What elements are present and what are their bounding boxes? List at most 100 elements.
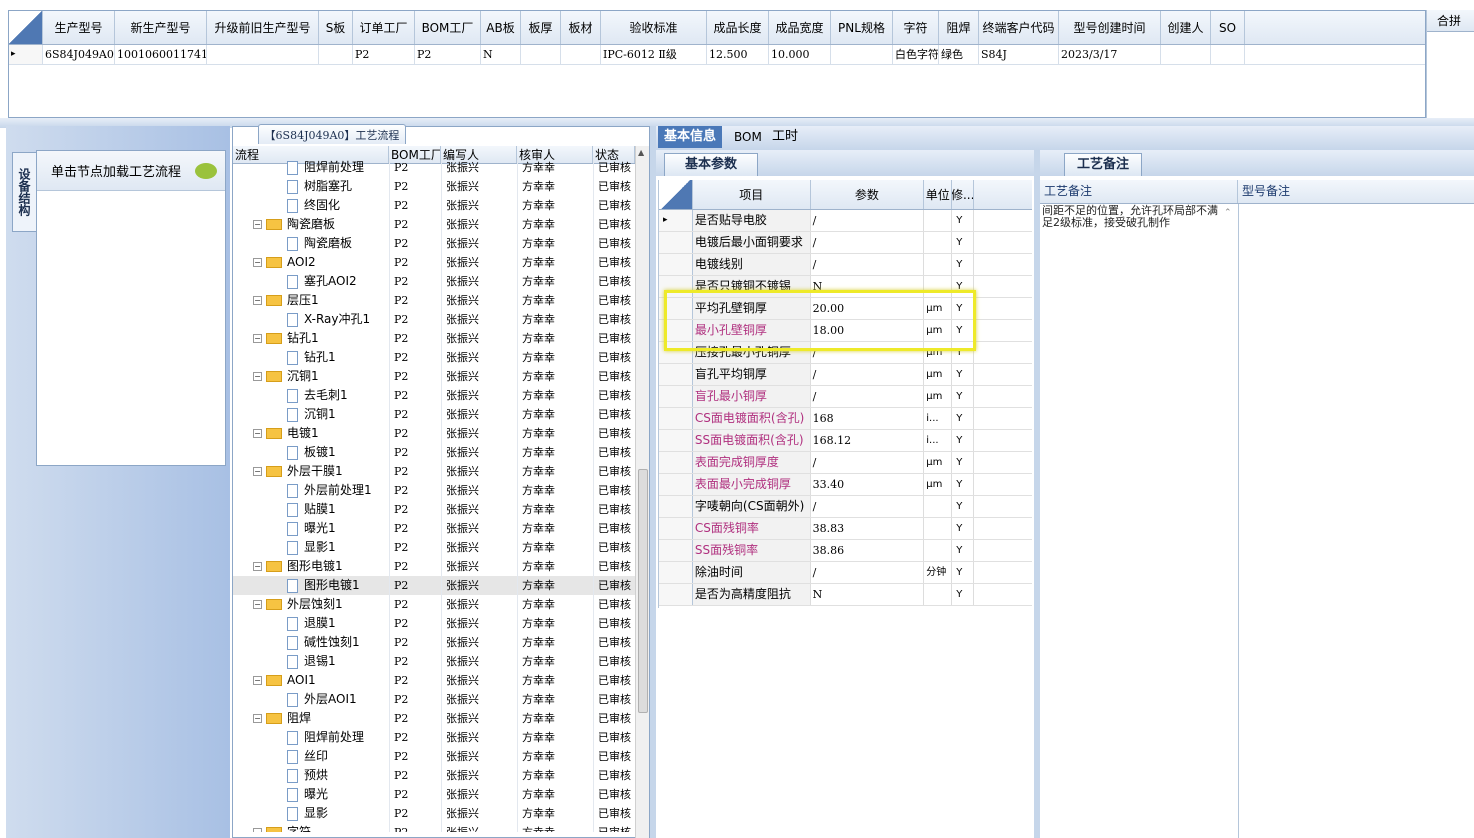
param-row[interactable]: SS面残铜率 38.86 Y xyxy=(659,540,1032,562)
table-cell[interactable] xyxy=(561,45,601,64)
table-cell[interactable]: P2 xyxy=(353,45,415,64)
column-header[interactable]: 订单工厂 xyxy=(353,11,415,44)
param-row[interactable]: 字唛朝向(CS面朝外) / Y xyxy=(659,496,1032,518)
param-row[interactable]: SS面电镀面积(含孔) 168.12 i... Y xyxy=(659,430,1032,452)
param-value[interactable]: / xyxy=(811,254,925,275)
column-header[interactable]: 成品宽度 xyxy=(769,11,831,44)
param-value[interactable]: / xyxy=(811,496,925,517)
table-cell[interactable]: 白色字符 xyxy=(893,45,939,64)
column-header[interactable]: AB板 xyxy=(481,11,521,44)
collapse-icon[interactable]: − xyxy=(253,562,262,571)
param-row[interactable]: 除油时间 / 分钟 Y xyxy=(659,562,1032,584)
param-value[interactable]: / xyxy=(811,562,925,583)
side-tab-equipment[interactable]: 设备结构 xyxy=(12,152,36,232)
param-row[interactable]: 电镀线别 / Y xyxy=(659,254,1032,276)
tree-node[interactable]: 预烘 P2 张振兴 方幸幸 已审核 xyxy=(233,766,635,785)
table-cell[interactable]: 10010600117411 xyxy=(115,45,207,64)
tree-node[interactable]: 显影1 P2 张振兴 方幸幸 已审核 xyxy=(233,538,635,557)
tree-node[interactable]: − 沉铜1 P2 张振兴 方幸幸 已审核 xyxy=(233,367,635,386)
tab-work-hours[interactable]: 工时 xyxy=(766,126,804,148)
tree-node[interactable]: 塞孔AOI2 P2 张振兴 方幸幸 已审核 xyxy=(233,272,635,291)
collapse-icon[interactable]: − xyxy=(253,429,262,438)
col-model-note[interactable]: 型号备注 xyxy=(1238,180,1474,203)
note-scroll-up-icon[interactable]: ⌃ xyxy=(1224,208,1232,218)
tree-node[interactable]: 陶瓷磨板 P2 张振兴 方幸幸 已审核 xyxy=(233,234,635,253)
tree-node[interactable]: 沉铜1 P2 张振兴 方幸幸 已审核 xyxy=(233,405,635,424)
param-row[interactable]: 是否为高精度阻抗 N Y xyxy=(659,584,1032,606)
param-row[interactable]: 盲孔平均铜厚 / μm Y xyxy=(659,364,1032,386)
param-value[interactable]: 168.12 xyxy=(811,430,925,451)
tree-node[interactable]: 退锡1 P2 张振兴 方幸幸 已审核 xyxy=(233,652,635,671)
table-cell[interactable] xyxy=(1161,45,1211,64)
collapse-icon[interactable]: − xyxy=(253,467,262,476)
load-process-header[interactable]: 单击节点加载工艺流程 xyxy=(37,151,225,191)
table-cell[interactable] xyxy=(831,45,893,64)
column-header[interactable]: 阻焊 xyxy=(939,11,979,44)
param-row[interactable]: 盲孔最小铜厚 / μm Y xyxy=(659,386,1032,408)
column-header[interactable]: 字符 xyxy=(893,11,939,44)
tree-node[interactable]: − 电镀1 P2 张振兴 方幸幸 已审核 xyxy=(233,424,635,443)
column-header[interactable]: 终端客户代码 xyxy=(979,11,1059,44)
column-header[interactable]: 板厚 xyxy=(521,11,561,44)
table-cell[interactable]: N xyxy=(481,45,521,64)
table-cell[interactable]: P2 xyxy=(415,45,481,64)
table-cell[interactable]: 6S84J049A0 xyxy=(43,45,115,64)
tree-node[interactable]: 外层AOI1 P2 张振兴 方幸幸 已审核 xyxy=(233,690,635,709)
table-cell[interactable]: 2023/3/17 xyxy=(1059,45,1161,64)
param-value[interactable]: 33.40 xyxy=(811,474,925,495)
param-row[interactable]: 电镀后最小面铜要求 / Y xyxy=(659,232,1032,254)
scroll-up-icon[interactable]: ▲ xyxy=(638,148,644,157)
tree-node[interactable]: − 字符 P2张振兴方幸幸已审核 xyxy=(233,823,635,832)
column-header[interactable]: BOM工厂 xyxy=(415,11,481,44)
table-cell[interactable]: 绿色 xyxy=(939,45,979,64)
collapse-icon[interactable]: − xyxy=(253,714,262,723)
table-cell[interactable]: IPC-6012 Ⅱ级 xyxy=(601,45,707,64)
param-row[interactable]: 表面完成铜厚度 / μm Y xyxy=(659,452,1032,474)
tree-node[interactable]: 终固化 P2 张振兴 方幸幸 已审核 xyxy=(233,196,635,215)
param-row[interactable]: CS面残铜率 38.83 Y xyxy=(659,518,1032,540)
table-cell[interactable] xyxy=(1211,45,1245,64)
column-header[interactable]: 成品长度 xyxy=(707,11,769,44)
table-cell[interactable]: 12.500 xyxy=(707,45,769,64)
column-header[interactable]: PNL规格 xyxy=(831,11,893,44)
column-header[interactable]: 板材 xyxy=(561,11,601,44)
col-process-note[interactable]: 工艺备注 xyxy=(1040,180,1238,203)
tree-node[interactable]: 去毛刺1 P2 张振兴 方幸幸 已审核 xyxy=(233,386,635,405)
column-header[interactable]: 生产型号 xyxy=(43,11,115,44)
tree-node[interactable]: 碱性蚀刻1 P2 张振兴 方幸幸 已审核 xyxy=(233,633,635,652)
tree-node[interactable]: 板镀1 P2 张振兴 方幸幸 已审核 xyxy=(233,443,635,462)
param-value[interactable]: 38.86 xyxy=(811,540,925,561)
tree-node[interactable]: 贴膜1 P2 张振兴 方幸幸 已审核 xyxy=(233,500,635,519)
param-row[interactable]: ▸ 是否贴导电胶 / Y xyxy=(659,210,1032,232)
column-header[interactable]: 升级前旧生产型号 xyxy=(207,11,319,44)
collapse-icon[interactable]: − xyxy=(253,676,262,685)
collapse-icon[interactable]: − xyxy=(253,258,262,267)
collapse-icon[interactable]: − xyxy=(253,220,262,229)
param-value[interactable]: / xyxy=(811,232,925,253)
column-header[interactable]: 创建人 xyxy=(1161,11,1211,44)
param-value[interactable]: / xyxy=(811,452,925,473)
table-cell[interactable] xyxy=(319,45,353,64)
tree-node[interactable]: − 图形电镀1 P2 张振兴 方幸幸 已审核 xyxy=(233,557,635,576)
col-item[interactable]: 项目 xyxy=(693,180,811,209)
tab-basic-info[interactable]: 基本信息 xyxy=(658,126,723,148)
tree-node[interactable]: X-Ray冲孔1 P2 张振兴 方幸幸 已审核 xyxy=(233,310,635,329)
tree-node[interactable]: − 外层蚀刻1 P2 张振兴 方幸幸 已审核 xyxy=(233,595,635,614)
param-row[interactable]: CS面电镀面积(含孔) 168 i... Y xyxy=(659,408,1032,430)
scroll-thumb[interactable] xyxy=(638,469,648,713)
tab-process-notes[interactable]: 工艺备注 xyxy=(1064,153,1142,176)
tree-node[interactable]: − 陶瓷磨板 P2 张振兴 方幸幸 已审核 xyxy=(233,215,635,234)
column-header[interactable]: S板 xyxy=(319,11,353,44)
param-value[interactable]: 168 xyxy=(811,408,925,429)
collapse-icon[interactable]: − xyxy=(253,334,262,343)
tab-bom[interactable]: BOM xyxy=(728,126,768,148)
tree-node[interactable]: 退膜1 P2 张振兴 方幸幸 已审核 xyxy=(233,614,635,633)
process-tree[interactable]: 阻焊前处理 P2 张振兴 方幸幸 已审核 树脂塞孔 P2 张振兴 方幸幸 已审核 终固化 P2 张振兴方… xyxy=(233,158,635,832)
col-unit[interactable]: 单位 xyxy=(924,180,953,209)
param-value[interactable]: 38.83 xyxy=(811,518,925,539)
tree-node[interactable]: 显影 P2 张振兴 方幸幸 已审核 xyxy=(233,804,635,823)
param-row[interactable]: 表面最小完成铜厚 33.40 μm Y xyxy=(659,474,1032,496)
column-header[interactable]: 新生产型号 xyxy=(115,11,207,44)
tree-node[interactable]: 阻焊前处理 P2 张振兴 方幸幸 已审核 xyxy=(233,158,635,177)
col-param[interactable]: 参数 xyxy=(811,180,925,209)
